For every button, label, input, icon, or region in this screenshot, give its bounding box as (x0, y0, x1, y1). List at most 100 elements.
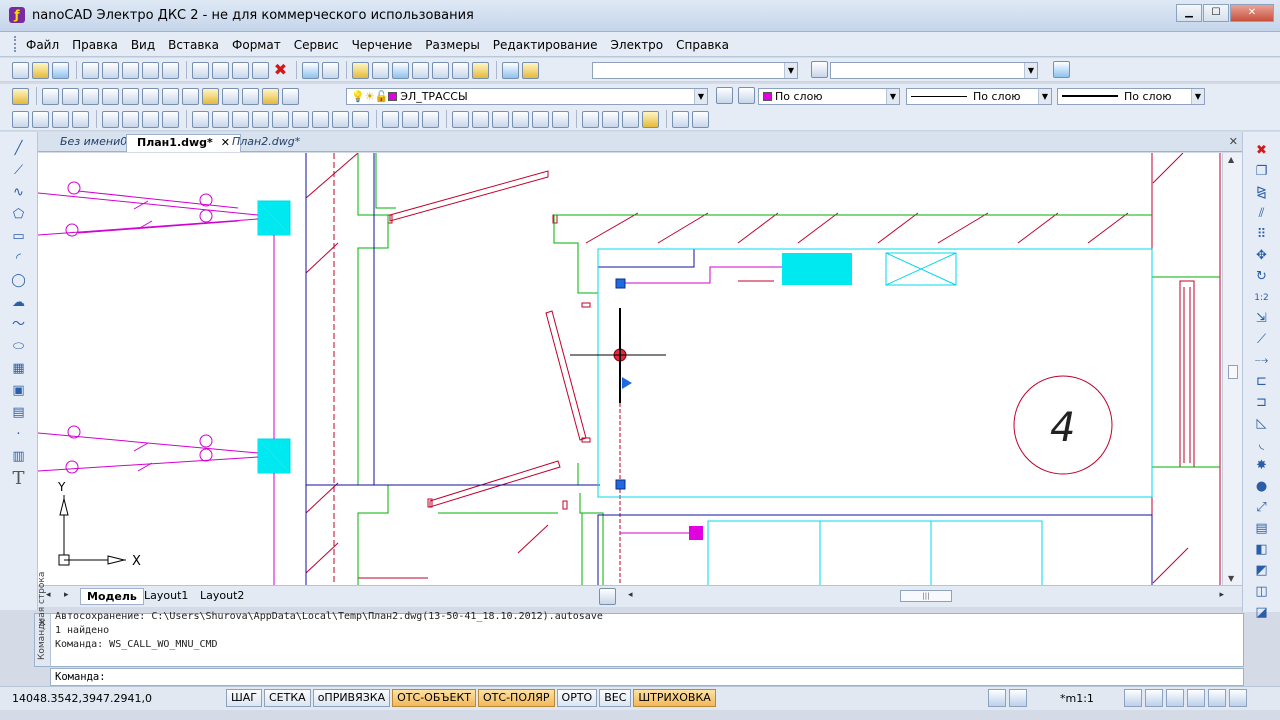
node-icon[interactable] (512, 110, 529, 128)
group-tool-icon[interactable]: ◫ (1253, 583, 1271, 601)
region-tool-icon[interactable]: ▣ (10, 382, 28, 400)
dim-chain-icon[interactable] (452, 110, 469, 128)
layer-manager-icon[interactable] (716, 87, 733, 104)
scroll-left-icon[interactable]: ◂ (628, 590, 633, 600)
point-tool-icon[interactable]: · (10, 426, 28, 444)
help-icon[interactable] (502, 61, 519, 79)
zoom-window-icon[interactable] (392, 61, 409, 79)
scroll-down-icon[interactable]: ▼ (1228, 574, 1234, 583)
select-icon[interactable] (42, 87, 59, 105)
dim-angle-icon[interactable] (142, 87, 159, 105)
polygon-tool-icon[interactable]: ⬠ (10, 206, 28, 224)
tab-model[interactable]: Модель (80, 588, 144, 605)
toggle-snap[interactable]: ШАГ (226, 689, 262, 707)
scroll-right-icon[interactable]: ▸ (1219, 590, 1224, 600)
zoom-window-2-icon[interactable] (602, 110, 619, 128)
array-icon[interactable] (162, 110, 179, 128)
app-icon[interactable]: ƒ (9, 7, 25, 23)
print-preview-icon[interactable] (82, 61, 99, 79)
command-history[interactable]: ✕ Командная строка Автосохранение: C:\Us… (34, 572, 1244, 667)
tab-layout1[interactable]: Layout1 (138, 588, 194, 605)
leader-icon[interactable] (182, 87, 199, 105)
layer-combo[interactable]: 💡☀🔓 ЭЛ_ТРАССЫ ▼ (346, 88, 708, 105)
undo-icon[interactable] (302, 61, 319, 79)
sphere-tool-icon[interactable]: ● (1253, 478, 1271, 496)
minimize-button[interactable]: ▁ (1176, 4, 1202, 22)
break-tool-icon[interactable]: ⊏ (1253, 373, 1271, 391)
erase-icon[interactable]: ✖ (1253, 142, 1271, 160)
curve-tool-icon[interactable]: 〜 (10, 316, 28, 334)
color-combo[interactable]: По слою ▼ (758, 88, 900, 105)
dim-style-icon[interactable] (811, 61, 828, 78)
ungroup-tool-icon[interactable]: ◪ (1253, 604, 1271, 622)
menu-dimensions[interactable]: Размеры (425, 38, 480, 52)
new-file-icon[interactable] (12, 61, 29, 79)
align-center-icon[interactable] (212, 110, 229, 128)
print-icon[interactable] (102, 61, 119, 79)
align-tool-icon[interactable]: ◧ (1253, 541, 1271, 559)
note-icon[interactable] (642, 110, 659, 128)
tray-icon[interactable] (312, 110, 329, 128)
command-input[interactable]: Команда: (50, 668, 1244, 686)
move-tool-icon[interactable]: ✥ (1253, 247, 1271, 265)
menu-file[interactable]: Файл (26, 38, 59, 52)
layer-previous-icon[interactable] (282, 87, 299, 105)
hatch-icon[interactable] (402, 110, 419, 128)
copy-object-icon[interactable] (102, 110, 119, 128)
menu-draw[interactable]: Черчение (352, 38, 413, 52)
close-button[interactable]: ✕ (1230, 4, 1274, 22)
zoom-icon[interactable] (1145, 689, 1163, 707)
match-properties-icon[interactable] (262, 87, 279, 105)
command-panel-handle[interactable]: ✕ Командная строка (35, 572, 51, 666)
checkbox-icon[interactable] (582, 110, 599, 128)
rectangle-icon[interactable] (382, 110, 399, 128)
menu-format[interactable]: Формат (232, 38, 281, 52)
zoom-extents-status-icon[interactable] (1187, 689, 1205, 707)
properties-tool-icon[interactable]: ▤ (1253, 520, 1271, 538)
layout-next-icon[interactable]: ▸ (64, 590, 69, 600)
tab-untitled[interactable]: Без имени0 (50, 134, 137, 152)
layers-icon[interactable] (12, 87, 29, 105)
block-icon[interactable] (202, 87, 219, 105)
trace-icon[interactable] (252, 110, 269, 128)
model-space-icon[interactable] (988, 689, 1006, 707)
annotation-visibility-icon[interactable] (1124, 689, 1142, 707)
grid-icon[interactable] (102, 87, 119, 105)
align-left-icon[interactable] (192, 110, 209, 128)
menu-modify[interactable]: Редактирование (493, 38, 598, 52)
level-icon[interactable] (422, 110, 439, 128)
tool-palettes-icon[interactable] (52, 110, 69, 128)
tab-plan2[interactable]: План2.dwg* (222, 134, 310, 152)
text-style-combo[interactable]: ▼ (592, 62, 798, 79)
symbol-icon[interactable] (532, 110, 549, 128)
spline-tool-icon[interactable]: ∿ (10, 184, 28, 202)
copy-tool-icon[interactable]: ❐ (1253, 163, 1271, 181)
align-right-icon[interactable] (232, 110, 249, 128)
toggle-osnap[interactable]: оПРИВЯЗКА (312, 689, 391, 707)
horizontal-scrollbar[interactable]: ◂ ||| ▸ (628, 588, 1228, 605)
zoom-previous-icon[interactable] (432, 61, 449, 79)
rotate-tool-icon[interactable]: ↻ (1253, 268, 1271, 286)
text-style-icon[interactable] (522, 61, 539, 79)
open-file-icon[interactable] (32, 61, 49, 79)
zoom-extents-icon[interactable] (412, 61, 429, 79)
array-tool-icon[interactable]: ⠿ (1253, 226, 1271, 244)
properties-icon[interactable] (12, 110, 29, 128)
schematic-icon[interactable] (332, 110, 349, 128)
vertical-scroll-thumb[interactable] (1228, 365, 1238, 379)
toggle-otrack[interactable]: ОТС-ОБЪЕКТ (392, 689, 477, 707)
export-icon[interactable] (162, 61, 179, 79)
horizontal-scroll-thumb[interactable]: ||| (900, 590, 952, 602)
mirror-icon[interactable] (122, 110, 139, 128)
delete-icon[interactable]: ✖ (272, 61, 289, 79)
text-tool-icon[interactable]: T (10, 470, 28, 488)
pencil-icon[interactable] (472, 61, 489, 79)
duplicate-icon[interactable] (622, 110, 639, 128)
table-icon[interactable] (122, 87, 139, 105)
measure-icon[interactable] (452, 61, 469, 79)
refresh-icon[interactable] (72, 110, 89, 128)
cloud-tool-icon[interactable]: ☁ (10, 294, 28, 312)
linetype-combo[interactable]: По слою ▼ (906, 88, 1052, 105)
grip-bottom[interactable] (615, 479, 626, 490)
plot-icon[interactable] (122, 61, 139, 79)
